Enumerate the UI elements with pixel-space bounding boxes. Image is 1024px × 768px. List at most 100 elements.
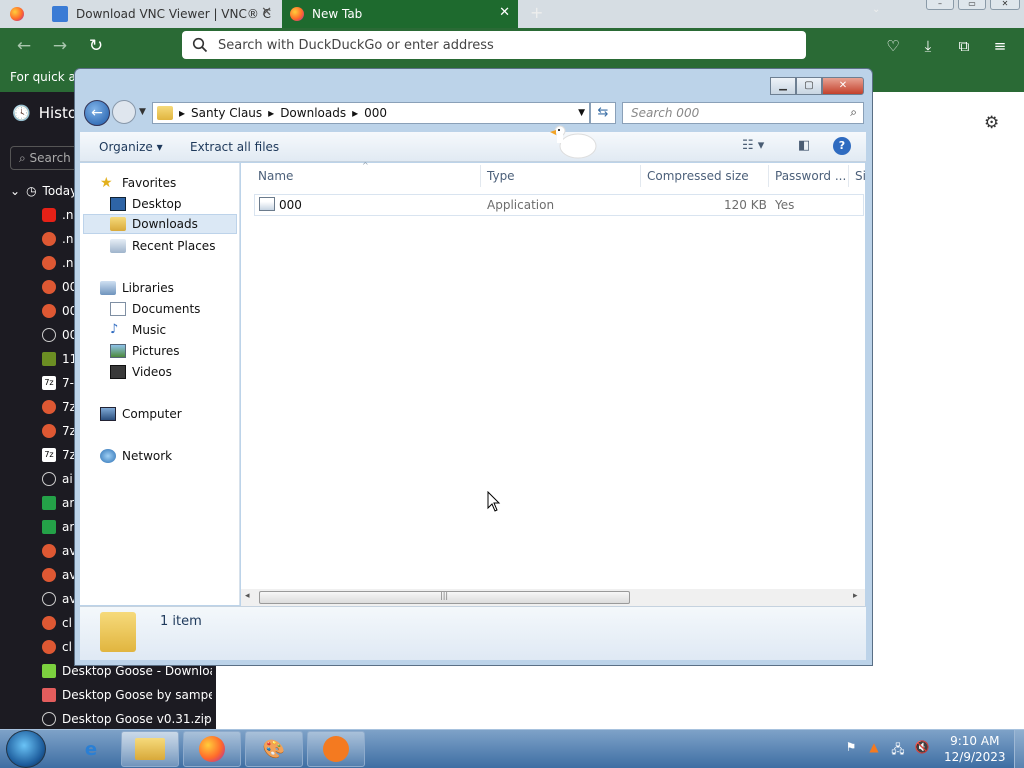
- pocket-icon[interactable]: ♡: [882, 36, 904, 56]
- close-button[interactable]: ✕: [822, 77, 864, 95]
- address-bar[interactable]: ▸ Santy Claus ▸ Downloads ▸ 000 ▼: [152, 102, 590, 124]
- breadcrumb-sep-icon: ▸: [268, 106, 275, 120]
- avast-taskbar-button[interactable]: [307, 731, 365, 767]
- firefox-taskbar-button[interactable]: [183, 731, 241, 767]
- tab-vnc-viewer[interactable]: Download VNC Viewer | VNC® C ✕: [44, 0, 280, 28]
- extensions-icon[interactable]: ⧉: [953, 36, 975, 56]
- action-center-icon[interactable]: ⚑: [843, 740, 859, 756]
- duckduckgo-icon: [42, 616, 56, 630]
- recent-places-icon: [110, 239, 126, 253]
- extract-all-button[interactable]: Extract all files: [190, 140, 279, 154]
- url-bar[interactable]: Search with DuckDuckGo or enter address: [182, 31, 806, 59]
- nav-pictures[interactable]: Pictures: [110, 341, 180, 361]
- history-item-label: 7-: [62, 376, 74, 390]
- downloads-icon[interactable]: ⤓: [917, 36, 939, 56]
- help-icon[interactable]: ?: [833, 137, 851, 155]
- column-type[interactable]: Type: [487, 169, 515, 183]
- close-tab-icon[interactable]: ✕: [499, 5, 510, 20]
- history-item[interactable]: Desktop Goose v0.31.zip: [42, 707, 212, 731]
- breadcrumb-000[interactable]: 000: [364, 106, 387, 120]
- file-list: [241, 163, 865, 605]
- column-divider[interactable]: [848, 165, 849, 187]
- history-item-label: ar: [62, 520, 75, 534]
- nav-documents[interactable]: Documents: [110, 299, 200, 319]
- item-count: 1 item: [160, 614, 202, 629]
- url-placeholder: Search with DuckDuckGo or enter address: [218, 37, 494, 53]
- scroll-down-icon[interactable]: ⌄: [202, 712, 210, 723]
- globe-icon: [42, 592, 56, 606]
- column-size[interactable]: Si: [855, 169, 866, 183]
- preview-pane-icon[interactable]: ◧: [798, 138, 810, 153]
- history-item-label: Desktop Goose by samper: [62, 688, 212, 702]
- breadcrumb-santy-claus[interactable]: Santy Claus: [191, 106, 262, 120]
- firefox-menu-icon[interactable]: [10, 7, 24, 21]
- group-label: Today: [42, 184, 78, 198]
- history-item[interactable]: Desktop Goose by samper: [42, 683, 212, 707]
- column-divider[interactable]: [640, 165, 641, 187]
- explorer-taskbar-button[interactable]: [121, 731, 179, 767]
- tab-new-tab[interactable]: New Tab ✕: [282, 0, 518, 28]
- back-arrow-icon[interactable]: ←: [14, 36, 34, 56]
- minimize-window-button[interactable]: –: [926, 0, 954, 10]
- history-item-label: cl: [62, 640, 72, 654]
- forward-button[interactable]: [112, 100, 136, 124]
- recent-pages-chevron-icon[interactable]: ▼: [139, 107, 146, 117]
- scroll-right-icon[interactable]: ▸: [853, 591, 858, 601]
- nav-libraries[interactable]: Libraries: [100, 278, 174, 298]
- column-password[interactable]: Password ...: [775, 169, 846, 183]
- nav-music[interactable]: ♪ Music: [110, 320, 166, 340]
- back-button[interactable]: ←: [84, 100, 110, 126]
- start-button[interactable]: [6, 730, 46, 768]
- new-tab-plus-icon[interactable]: +: [530, 3, 543, 22]
- nav-network[interactable]: Network: [100, 446, 172, 466]
- gear-icon[interactable]: ⚙: [984, 113, 999, 133]
- view-options-icon[interactable]: ☷ ▾: [742, 138, 764, 153]
- address-dropdown-icon[interactable]: ▼: [578, 108, 585, 118]
- nav-recent-places[interactable]: Recent Places: [110, 236, 215, 256]
- list-tabs-chevron-icon[interactable]: ⌄: [872, 4, 880, 15]
- search-icon: ⌕: [850, 105, 857, 119]
- reload-icon[interactable]: ↻: [86, 36, 106, 56]
- column-divider[interactable]: [480, 165, 481, 187]
- internet-explorer-icon[interactable]: e: [62, 731, 120, 767]
- scroll-left-icon[interactable]: ◂: [245, 591, 250, 601]
- folder-search-input[interactable]: Search 000 ⌕: [622, 102, 864, 124]
- sort-ascending-icon: ^: [362, 161, 369, 170]
- tab-label: New Tab: [312, 7, 363, 21]
- close-tab-icon[interactable]: ✕: [261, 5, 272, 20]
- show-desktop-button[interactable]: [1014, 730, 1024, 768]
- history-group-today[interactable]: ⌄ ◷ Today: [10, 184, 77, 198]
- music-icon: ♪: [110, 322, 119, 337]
- network-tray-icon[interactable]: 🖧: [890, 740, 906, 756]
- paint-taskbar-button[interactable]: 🎨: [245, 731, 303, 767]
- organize-button[interactable]: Organize ▾: [99, 140, 163, 154]
- column-name[interactable]: Name: [258, 169, 293, 183]
- avast-tray-icon[interactable]: ▲: [866, 740, 882, 756]
- sidebar-header[interactable]: 🕓 Histo: [12, 104, 77, 122]
- history-item-label: ai: [62, 472, 73, 486]
- menu-icon[interactable]: ≡: [989, 36, 1011, 56]
- restore-window-button[interactable]: ▭: [958, 0, 986, 10]
- nav-desktop[interactable]: Desktop: [110, 194, 182, 214]
- file-compressed-size: 120 KB: [724, 198, 767, 212]
- column-compressed-size[interactable]: Compressed size: [647, 169, 749, 183]
- youtube-icon: [42, 208, 56, 222]
- firefox-favicon-icon: [290, 7, 304, 21]
- breadcrumb-downloads[interactable]: Downloads: [280, 106, 346, 120]
- maximize-button[interactable]: ▢: [796, 77, 822, 95]
- close-window-button[interactable]: ✕: [990, 0, 1020, 10]
- avast-icon: [323, 736, 349, 762]
- downloads-folder-icon: [110, 217, 126, 231]
- column-divider[interactable]: [768, 165, 769, 187]
- nav-videos[interactable]: Videos: [110, 362, 172, 382]
- volume-muted-icon[interactable]: 🔇: [914, 740, 930, 756]
- globe-icon: [42, 472, 56, 486]
- file-row[interactable]: [254, 194, 864, 216]
- refresh-button[interactable]: ⇆: [590, 102, 616, 124]
- minimize-button[interactable]: ▁: [770, 77, 796, 95]
- nav-downloads[interactable]: Downloads: [83, 214, 237, 234]
- nav-favorites[interactable]: ★ Favorites: [100, 173, 176, 193]
- clock[interactable]: 9:10 AM 12/9/2023: [944, 733, 1006, 765]
- forward-arrow-icon[interactable]: →: [50, 36, 70, 56]
- nav-computer[interactable]: Computer: [100, 404, 182, 424]
